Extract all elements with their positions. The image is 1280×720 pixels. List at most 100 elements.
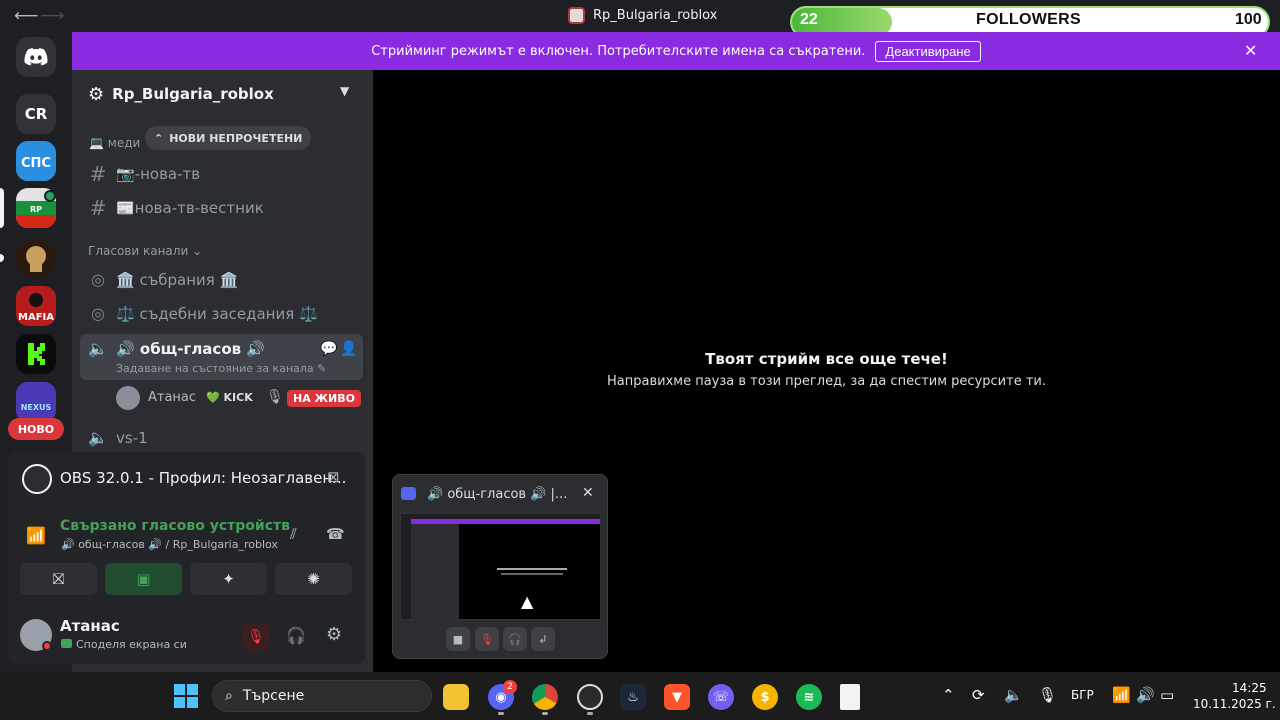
user-status: Споделя екрана си	[76, 638, 187, 651]
preview-sidebar	[411, 524, 459, 619]
mic-muted-icon[interactable]: 🎙	[475, 627, 499, 651]
window-title: Rp_Bulgaria_roblox	[568, 7, 717, 24]
server-nexus[interactable]: NEXUS	[16, 382, 56, 422]
noise-suppression-icon[interactable]: ⫽	[290, 525, 297, 543]
server-kick[interactable]	[16, 334, 56, 374]
obs-app-icon	[22, 464, 52, 494]
live-indicator-icon	[44, 190, 56, 202]
channel-label: vs-1	[116, 428, 148, 447]
viber-icon[interactable]: ☏	[708, 684, 734, 710]
brave-icon[interactable]: ▼	[664, 684, 690, 710]
camera-off-icon: ⛝	[52, 570, 65, 588]
back-arrow-icon[interactable]: ⟵	[14, 6, 38, 26]
chevron-up-icon[interactable]: ⌃	[942, 686, 955, 704]
channel-nova-tv[interactable]: # 📷-нова-тв	[88, 162, 201, 186]
taskbar-search[interactable]: ⌕ Търсене	[212, 680, 432, 712]
coin-app-icon[interactable]: $	[752, 684, 778, 710]
category-media[interactable]: 💻 меди	[89, 136, 140, 150]
discord-icon	[401, 487, 416, 500]
search-icon: ⌕	[225, 688, 233, 704]
camera-off-button[interactable]: ⛝	[20, 563, 97, 595]
nexus-logo-icon: NEXUS	[16, 382, 56, 422]
voice-channel-obsht[interactable]: 🔈 🔊 общ-гласов 🔊	[88, 339, 265, 358]
server-name: Rp_Bulgaria_roblox	[112, 85, 274, 103]
spotify-icon[interactable]: ≋	[796, 684, 822, 710]
server-cr[interactable]: CR	[16, 94, 56, 134]
live-badge: НА ЖИВО	[287, 390, 361, 407]
clock-time[interactable]: 14:25	[1232, 681, 1267, 695]
microphone-icon[interactable]: 🎙	[1038, 686, 1057, 704]
member-tag: 💚 KICK	[206, 391, 253, 404]
obs-activity-title: OBS 32.0.1 - Профил: Неозаглавен...	[60, 469, 347, 487]
signal-icon: 📶	[26, 526, 46, 545]
running-indicator	[498, 712, 504, 715]
battery-icon[interactable]: ▭	[1160, 686, 1174, 704]
new-unread-pill[interactable]: ⌃ НОВИ НЕПРОЧЕТЕНИ	[145, 126, 312, 150]
screen-share-button[interactable]: ▣	[105, 563, 182, 595]
stream-paused-subtitle: Направихме пауза в този преглед, за да с…	[607, 374, 1046, 389]
stream-paused-title: Твоят стрийм все още тече!	[705, 350, 948, 368]
mic-muted-icon[interactable]: 🎙	[242, 623, 270, 651]
soundboard-button[interactable]: ✺	[275, 563, 352, 595]
set-channel-status[interactable]: Задаване на състояние за канала ✎	[116, 362, 326, 375]
voice-channel-sadebni[interactable]: ◎ ⚖️ съдебни заседания ⚖️	[88, 304, 318, 323]
chevron-down-icon[interactable]: ▼	[340, 84, 349, 98]
deactivate-button[interactable]: Деактивиране	[875, 40, 981, 62]
server-mafia[interactable]: MAFIA	[16, 286, 56, 326]
preview-text	[497, 568, 567, 570]
obs-taskbar-icon[interactable]	[577, 684, 603, 710]
chat-icon[interactable]: 💬	[320, 341, 337, 357]
voice-connected-status[interactable]: Свързано гласово устройств	[60, 518, 290, 534]
category-voice-label: Гласови канали	[88, 244, 189, 258]
running-indicator	[542, 712, 548, 715]
steam-icon[interactable]: ♨	[620, 684, 646, 710]
server-sps[interactable]: СПС	[16, 141, 56, 181]
channel-label: 🔊 общ-гласов 🔊	[116, 339, 266, 358]
camera-icon[interactable]: ■	[446, 627, 470, 651]
kick-logo-icon	[16, 334, 56, 374]
voice-location[interactable]: 🔊 общ-гласов 🔊 / Rp_Bulgaria_roblox	[61, 538, 278, 551]
disconnect-icon[interactable]: ↲	[531, 627, 555, 651]
speaker-icon[interactable]: 🔈	[1004, 686, 1023, 704]
selected-server-pill	[0, 188, 4, 228]
streamer-mode-notice: Стрийминг режимът е включен. Потребителс…	[72, 32, 1280, 70]
close-icon[interactable]: ✕	[1244, 41, 1257, 60]
svg-text:NEXUS: NEXUS	[21, 403, 52, 412]
svg-text:СПС: СПС	[21, 156, 51, 171]
close-icon[interactable]: ✕	[582, 485, 594, 501]
stop-stream-icon[interactable]: ⊠	[327, 468, 340, 486]
sync-icon[interactable]: ⟳	[972, 686, 985, 704]
channel-label: 📰нова-тв-вестник	[116, 199, 264, 217]
activity-icon: ✦	[222, 570, 235, 588]
category-voice[interactable]: Гласови канали ⌄	[88, 244, 202, 258]
server-skull[interactable]	[16, 238, 56, 278]
document-icon[interactable]	[840, 684, 860, 710]
server-header[interactable]: ⚙ Rp_Bulgaria_roblox	[72, 78, 373, 110]
headphones-icon[interactable]: 🎧	[503, 627, 527, 651]
avatar[interactable]	[116, 386, 140, 410]
windows-start-icon[interactable]	[174, 684, 198, 708]
hangup-icon[interactable]: ☎	[326, 525, 345, 543]
clock-date[interactable]: 10.11.2025 г.	[1193, 697, 1276, 711]
channel-nova-tv-vestnik[interactable]: # 📰нова-тв-вестник	[88, 196, 264, 220]
discord-icon[interactable]	[16, 37, 56, 77]
stream-preview[interactable]: ▲	[400, 513, 601, 620]
voice-channel-vs1[interactable]: 🔈 vs-1	[88, 428, 148, 447]
chrome-icon[interactable]	[532, 684, 558, 710]
language-indicator[interactable]: БГР	[1071, 688, 1094, 702]
sps-logo-icon: СПС	[16, 141, 56, 181]
add-member-icon[interactable]: 👤	[340, 341, 357, 357]
headphones-icon[interactable]: 🎧	[286, 626, 306, 645]
search-placeholder: Търсене	[242, 688, 305, 704]
wifi-icon[interactable]: 📶	[1112, 686, 1131, 704]
volume-icon[interactable]: 🔊	[1136, 686, 1155, 704]
server-gear-icon: ⚙	[88, 83, 105, 105]
voice-member-name[interactable]: Атанас	[148, 390, 196, 405]
forward-arrow-icon[interactable]: ⟶	[40, 6, 64, 26]
settings-icon[interactable]: ⚙	[326, 624, 342, 645]
new-badge[interactable]: НОВО	[8, 418, 64, 440]
activity-button[interactable]: ✦	[190, 563, 267, 595]
file-explorer-icon[interactable]	[443, 684, 469, 710]
username[interactable]: Атанас	[60, 617, 120, 635]
voice-channel-sabraniya[interactable]: ◎ 🏛️ събрания 🏛️	[88, 270, 238, 289]
